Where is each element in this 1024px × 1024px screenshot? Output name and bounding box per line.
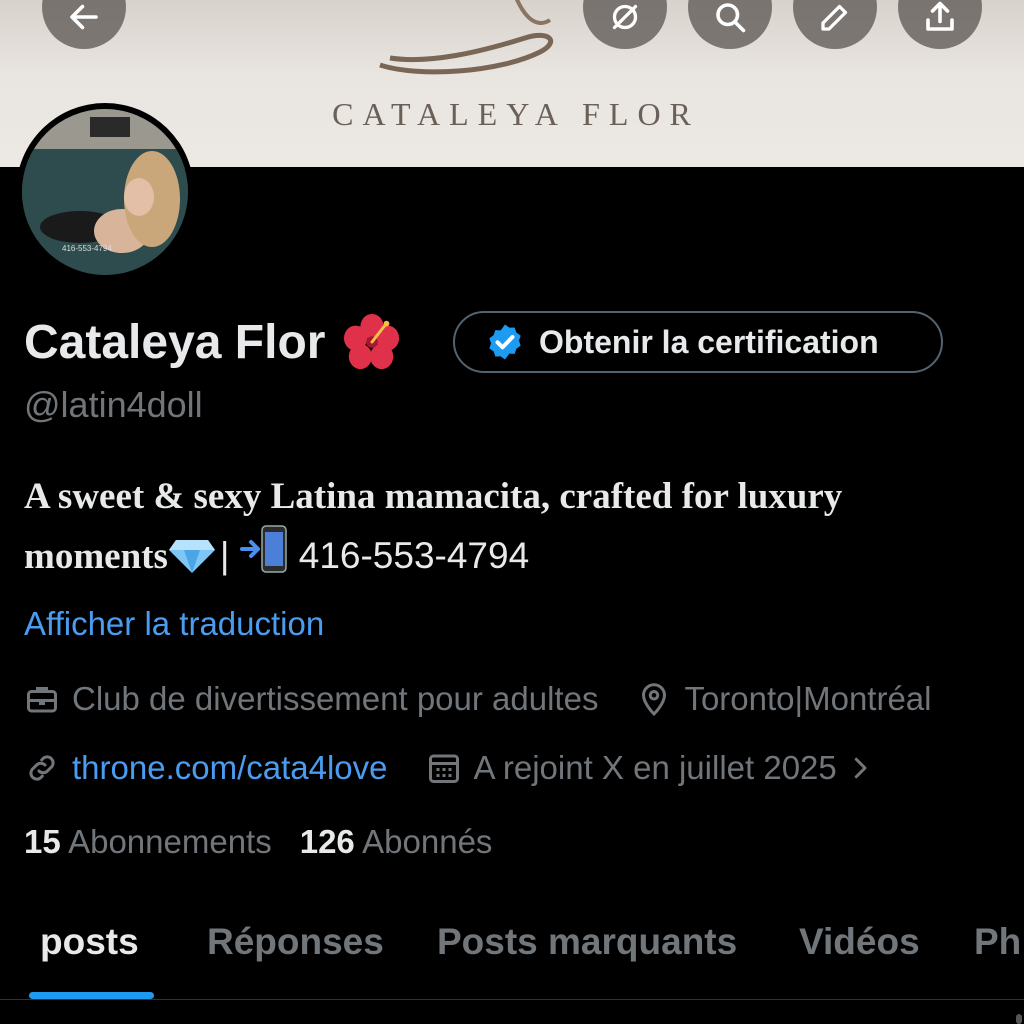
- followers-count: 126: [299, 823, 355, 860]
- profile-bio: A sweet & sexy Latina mamacita, crafted …: [24, 470, 1004, 584]
- get-verified-label: Obtenir la certification: [539, 323, 879, 360]
- profile-category: Club de divertissement pour adultes: [24, 680, 598, 718]
- tab-posts[interactable]: posts: [40, 921, 139, 963]
- avatar-watermark: 416-553-4794: [62, 244, 112, 253]
- phone-with-arrow-icon: [239, 525, 287, 573]
- banner-logo-script: [379, 0, 554, 75]
- bio-text-moments: moments: [24, 536, 168, 577]
- following-label: Abonnements: [68, 823, 272, 860]
- profile-meta-row-1: Club de divertissement pour adultes Toro…: [24, 680, 932, 718]
- followers-label: Abonnés: [362, 823, 493, 860]
- location-label: Toronto|Montréal: [684, 680, 932, 717]
- profile-tabs: posts Réponses Posts marquants Vidéos Ph: [0, 915, 1024, 1000]
- profile-location: Toronto|Montréal: [636, 680, 932, 718]
- website-link[interactable]: throne.com/cata4love: [72, 749, 388, 787]
- active-tab-indicator: [29, 992, 154, 999]
- followers-count-link[interactable]: 126 Abonnés: [300, 823, 493, 861]
- show-translation-link[interactable]: Afficher la traduction: [24, 605, 324, 643]
- following-count-link[interactable]: 15 Abonnements: [24, 823, 272, 861]
- avatar-image: 416-553-4794: [22, 109, 188, 275]
- bio-line-2: moments | 416-553-4794: [24, 524, 1004, 584]
- avatar[interactable]: 416-553-4794: [16, 103, 194, 281]
- link-icon: [29, 755, 55, 781]
- profile-website[interactable]: throne.com/cata4love: [24, 749, 388, 787]
- chevron-right-icon: [854, 757, 867, 779]
- verified-badge-icon: [489, 324, 521, 360]
- edit-icon: [821, 4, 848, 31]
- location-pin-icon: [642, 683, 667, 717]
- tab-videos[interactable]: Vidéos: [799, 921, 920, 963]
- tab-photos[interactable]: Ph: [974, 921, 1021, 963]
- profile-join-date[interactable]: A rejoint X en juillet 2025: [426, 749, 875, 787]
- tab-highlights[interactable]: Posts marquants: [437, 921, 737, 963]
- join-date-label: A rejoint X en juillet 2025: [473, 749, 837, 786]
- tab-replies[interactable]: Réponses: [207, 921, 384, 963]
- bio-line-1: A sweet & sexy Latina mamacita, crafted …: [24, 476, 843, 517]
- get-verified-button[interactable]: Obtenir la certification: [453, 311, 943, 373]
- briefcase-icon: [27, 687, 57, 713]
- bio-phone-number: 416-553-4794: [298, 535, 530, 576]
- grok-icon: [612, 4, 638, 30]
- bio-separator: |: [219, 535, 230, 576]
- tabs-divider: [0, 999, 1024, 1000]
- display-name-row: Cataleya Flor: [24, 308, 401, 376]
- gem-icon: [168, 540, 215, 573]
- calendar-icon: [428, 754, 459, 783]
- share-icon: [926, 1, 954, 31]
- follow-counts: 15 Abonnements 126 Abonnés: [24, 823, 492, 861]
- profile-meta-row-2: throne.com/cata4love A rejoint X en juil…: [24, 749, 875, 787]
- scrollbar[interactable]: [1016, 1014, 1022, 1024]
- category-label: Club de divertissement pour adultes: [72, 680, 599, 717]
- following-count: 15: [24, 823, 61, 860]
- search-icon: [716, 3, 746, 33]
- back-arrow-icon: [70, 4, 98, 30]
- hibiscus-icon: [344, 313, 400, 370]
- display-name: Cataleya Flor: [24, 315, 326, 369]
- user-handle: @latin4doll: [24, 384, 203, 425]
